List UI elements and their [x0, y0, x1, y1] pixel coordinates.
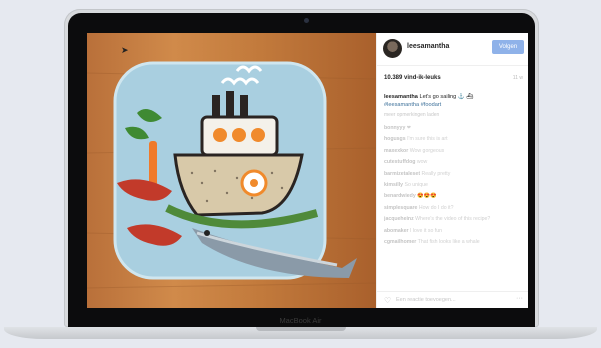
comment: bonnyyy ❤ — [384, 123, 524, 134]
comment: simplesquare How do I do it? — [384, 203, 524, 214]
comment-user[interactable]: jacqueheinz — [384, 216, 414, 222]
post-caption: leesamantha Let's go sailing ⚓ ⛴ #leesam… — [384, 93, 522, 109]
comment: barmizetaleset Really pretty — [384, 169, 524, 180]
comment-user[interactable]: simplesquare — [384, 205, 417, 211]
avatar[interactable] — [383, 39, 402, 58]
comment-user[interactable]: benardwiedy — [384, 193, 416, 199]
comment-text: I love it so fun — [409, 227, 442, 234]
comment-text: wow — [416, 159, 428, 166]
add-comment-input[interactable]: Een reactie toevoegen... — [396, 297, 456, 303]
post-header: leesamantha Volgen — [377, 33, 528, 66]
comment-text: 😍😍😍 — [417, 193, 437, 200]
more-options-icon[interactable]: ··· — [516, 295, 523, 302]
post-footer: ♡ Een reactie toevoegen... ··· — [377, 291, 528, 308]
caption-hashtags[interactable]: #leesamantha #foodart — [384, 102, 441, 108]
laptop-notch — [256, 327, 346, 331]
post-side-panel: leesamantha Volgen 10.389 vind-ik-leuks … — [376, 33, 528, 308]
comment-text: Really pretty — [421, 170, 451, 177]
heart-icon[interactable]: ♡ — [384, 296, 391, 305]
comment-text: Where's the video of this recipe? — [415, 216, 491, 223]
comment-text: I'm sure this is art — [407, 136, 448, 143]
comment-text: ❤ — [406, 125, 412, 131]
comment: abomaker I love it so fun — [384, 226, 524, 237]
comment-text: Wow gorgeous — [409, 147, 445, 154]
screen: leesamantha Volgen 10.389 vind-ik-leuks … — [87, 33, 528, 308]
comment-user[interactable]: maxexkor — [384, 148, 408, 154]
comment: jacqueheinz Where's the video of this re… — [384, 214, 524, 225]
comment: benardwiedy 😍😍😍 — [384, 191, 524, 202]
comment-user[interactable]: barmizetaleset — [384, 171, 420, 177]
comment-user[interactable]: kimsilly — [384, 182, 403, 188]
comment-text: So unique — [404, 182, 428, 189]
post-photo[interactable] — [87, 33, 376, 308]
caption-text: Let's go sailing ⚓ ⛴ — [419, 94, 474, 100]
device-brand-label: MacBook Air — [279, 316, 322, 325]
comment: hogusgs I'm sure this is art — [384, 134, 524, 145]
likes-count[interactable]: 10.389 vind-ik-leuks — [384, 75, 441, 81]
comment-user[interactable]: cgmailhomer — [384, 239, 416, 245]
comment-user[interactable]: cutestuffdog — [384, 159, 415, 165]
post-time: 11 w — [512, 75, 523, 81]
comment-text: That fish looks like a whale — [417, 239, 480, 246]
comment: cutestuffdog wow — [384, 157, 524, 168]
post-username[interactable]: leesamantha — [407, 43, 449, 50]
food-art-image — [87, 33, 376, 308]
comments-list: bonnyyy ❤ hogusgs I'm sure this is art m… — [384, 123, 524, 248]
comment: maxexkor Wow gorgeous — [384, 146, 524, 157]
comment: kimsilly So unique — [384, 180, 524, 191]
load-more-comments-link[interactable]: meer opmerkingen laden — [384, 112, 439, 118]
comment: cgmailhomer That fish looks like a whale — [384, 237, 524, 248]
comment-user[interactable]: bonnyyy — [384, 125, 405, 131]
mouse-cursor-icon: ➤ — [121, 45, 129, 55]
comment-user[interactable]: hogusgs — [384, 136, 406, 142]
camera-icon — [304, 18, 309, 23]
caption-username[interactable]: leesamantha — [384, 94, 418, 100]
comment-user[interactable]: abomaker — [384, 228, 409, 234]
comment-text: How do I do it? — [418, 204, 454, 211]
follow-button[interactable]: Volgen — [492, 40, 524, 54]
